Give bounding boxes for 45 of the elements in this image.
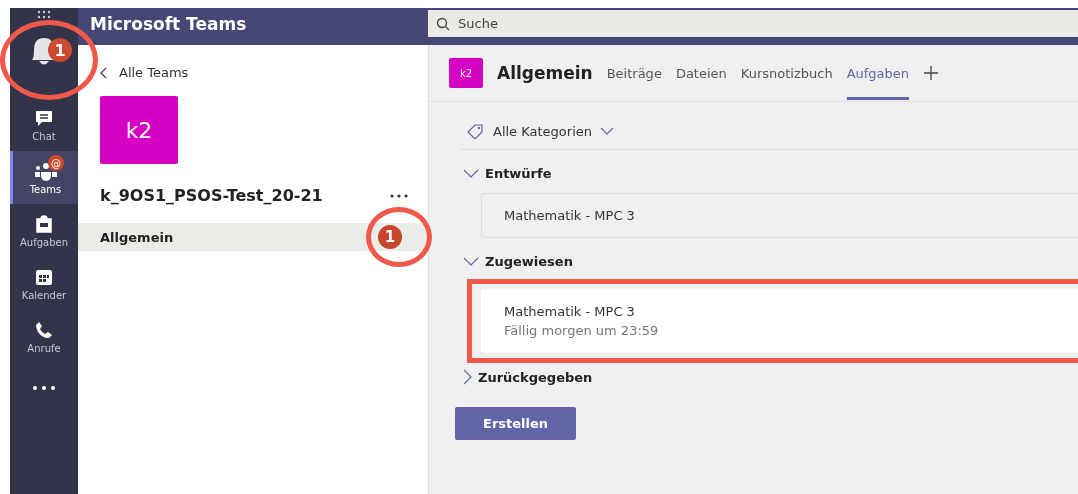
channel-item[interactable]: Allgemein 1 — [78, 223, 428, 251]
rail-item[interactable]: Aufgaben — [10, 204, 78, 257]
rail-item[interactable]: Teams @ — [10, 151, 78, 204]
due-date: Fällig morgen um 23:59 — [504, 323, 660, 338]
tag-icon — [467, 123, 485, 139]
search-icon — [436, 17, 450, 31]
channel-title: Allgemein — [497, 63, 593, 83]
search-field[interactable]: Suche — [428, 10, 1078, 37]
back-link[interactable]: Alle Teams — [100, 65, 189, 80]
more-options-icon[interactable] — [390, 193, 408, 198]
tab[interactable]: Kursnotizbuch — [740, 46, 833, 100]
chevron-down-icon — [463, 169, 479, 178]
app-title: Microsoft Teams — [89, 13, 248, 36]
unread-badge: 1 — [378, 225, 402, 249]
rail-item[interactable]: Anrufe — [10, 310, 78, 363]
bag-icon — [34, 213, 54, 234]
section-header[interactable]: Entwürfe — [463, 166, 552, 181]
tab[interactable]: Aufgaben — [846, 46, 910, 100]
app-grid-icon[interactable] — [37, 8, 51, 20]
more-icon — [32, 385, 56, 391]
team-avatar: k2 — [100, 96, 178, 164]
notification-badge: @ — [48, 155, 64, 171]
team-name: k_9OS1_PSOS-Test_20-21 — [100, 186, 323, 205]
section-header[interactable]: Zurückgegeben — [463, 369, 593, 385]
assignment-card[interactable]: Mathematik - MPC 3 Fällig morgen um 23:59 — [481, 289, 1078, 353]
chevron-down-icon — [600, 127, 614, 135]
rail-item[interactable]: Kalender — [10, 257, 78, 310]
assignment-title: Mathematik - MPC 3 — [504, 208, 636, 223]
channel-name: Allgemein — [100, 229, 174, 245]
rail-item[interactable]: 1 — [10, 20, 78, 98]
assignment-title: Mathematik - MPC 3 — [504, 304, 636, 319]
rail-item[interactable]: Chat — [10, 98, 78, 151]
channel-avatar: k2 — [449, 58, 483, 88]
assignment-card[interactable]: Mathematik - MPC 3 — [481, 193, 1078, 238]
tab[interactable]: Beiträge — [606, 46, 662, 100]
category-filter[interactable]: Alle Kategorien — [461, 122, 1078, 150]
create-button[interactable]: Erstellen — [455, 407, 577, 440]
add-icon[interactable] — [923, 65, 940, 81]
section-header[interactable]: Zugewiesen — [463, 254, 573, 269]
chevron-down-icon — [463, 257, 479, 266]
notification-badge: 1 — [48, 38, 72, 62]
chevron-right-icon — [463, 369, 472, 385]
back-link-label[interactable]: Alle Teams — [119, 65, 189, 80]
chevron-left-icon — [100, 66, 107, 79]
tab[interactable]: Dateien — [675, 46, 727, 100]
